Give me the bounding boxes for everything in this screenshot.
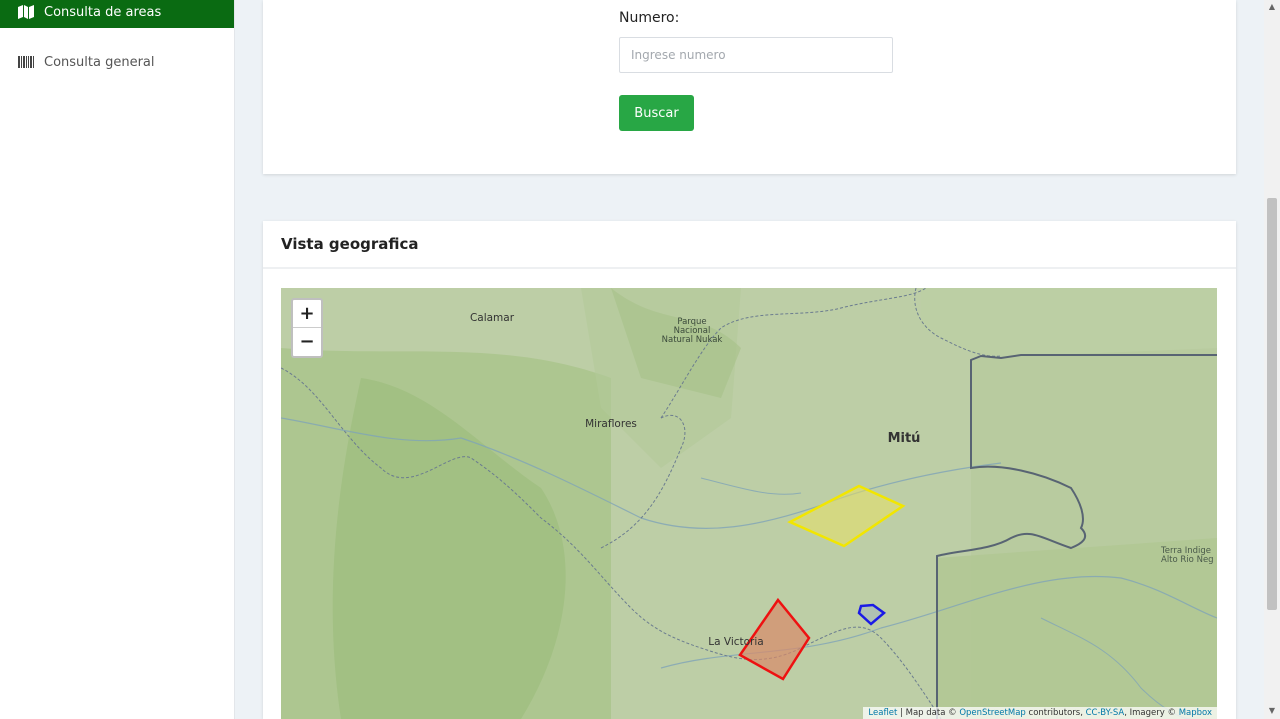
scrollbar-thumb[interactable] <box>1267 198 1277 610</box>
sidebar-item-consulta-areas[interactable]: Consulta de areas <box>0 0 234 28</box>
attribution-text-3: , Imagery © <box>1124 708 1179 718</box>
zoom-out-button[interactable]: − <box>293 328 321 355</box>
map-card-title: Vista geografica <box>281 235 419 253</box>
place-label-miraflores: Miraflores <box>585 418 637 430</box>
zoom-in-button[interactable]: + <box>293 300 321 328</box>
place-label-calamar: Calamar <box>470 312 515 324</box>
zoom-control: + − <box>291 298 323 358</box>
leaflet-link[interactable]: Leaflet <box>868 708 897 718</box>
sidebar-item-label: Consulta general <box>44 54 155 70</box>
attribution-text-1: | Map data © <box>897 708 960 718</box>
map-card: Vista geografica Calamar Parque Nacional… <box>263 221 1236 719</box>
mapbox-link[interactable]: Mapbox <box>1179 708 1212 718</box>
sidebar: Consulta de areas Consulta general <box>0 0 235 719</box>
map-attribution: Leaflet | Map data © OpenStreetMap contr… <box>863 707 1217 719</box>
map-canvas: Calamar Parque Nacional Natural Nukak Mi… <box>281 288 1217 719</box>
numero-label: Numero: <box>619 10 680 26</box>
attribution-text-2: contributors, <box>1025 708 1086 718</box>
place-label-la-victoria: La Victoria <box>708 636 763 648</box>
cc-by-sa-link[interactable]: CC-BY-SA <box>1086 708 1125 718</box>
barcode-icon <box>18 55 34 69</box>
sidebar-item-consulta-general[interactable]: Consulta general <box>0 46 234 78</box>
map-icon <box>18 5 34 19</box>
place-label-parque-3: Natural Nukak <box>662 335 723 345</box>
map-card-header: Vista geografica <box>263 221 1236 269</box>
place-label-terra-2: Alto Rio Neg <box>1161 555 1214 565</box>
scroll-down-arrow-icon[interactable]: ▼ <box>1267 706 1277 716</box>
sidebar-item-label: Consulta de areas <box>44 4 162 20</box>
buscar-button[interactable]: Buscar <box>619 95 694 131</box>
numero-input[interactable] <box>619 37 893 73</box>
search-card: Numero: Buscar <box>263 0 1236 174</box>
openstreetmap-link[interactable]: OpenStreetMap <box>959 708 1025 718</box>
map-view[interactable]: Calamar Parque Nacional Natural Nukak Mi… <box>281 288 1217 719</box>
scroll-up-arrow-icon[interactable]: ▲ <box>1267 2 1277 12</box>
place-label-mitu: Mitú <box>888 431 921 446</box>
page-scrollbar[interactable]: ▲ ▼ <box>1264 0 1280 719</box>
